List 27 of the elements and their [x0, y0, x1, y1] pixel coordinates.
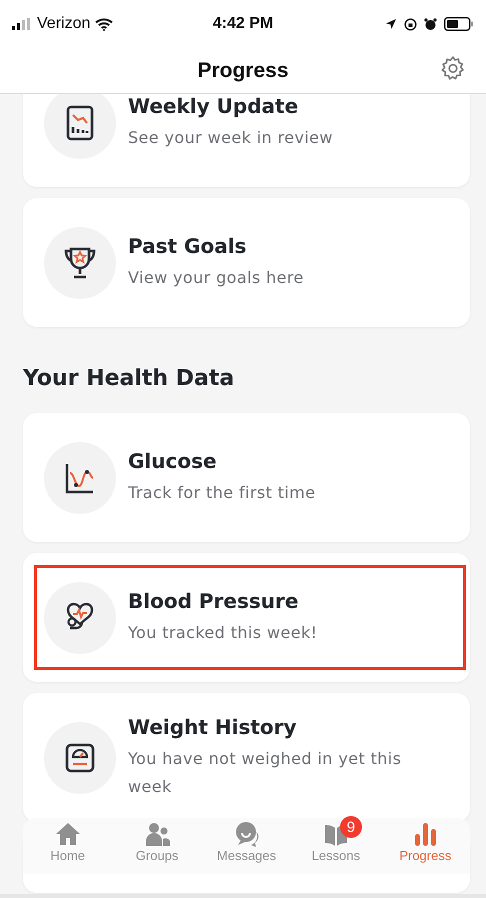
card-title: Weight History — [128, 714, 298, 738]
card-subtitle: View your goals here — [128, 266, 305, 288]
card-title: Past Goals — [128, 234, 248, 258]
health-card[interactable]: Glucose Track for the first time — [23, 413, 470, 542]
clock-time: 4:42 PM — [212, 15, 274, 33]
health-card[interactable]: Weight History You have not weighed in yet this week — [23, 693, 470, 822]
home-icon — [54, 820, 82, 848]
people-icon — [143, 820, 172, 848]
screen-title: Progress — [197, 58, 289, 82]
card-subtitle: You tracked this week! — [128, 622, 318, 644]
alarm-icon — [424, 18, 437, 30]
health-card[interactable]: Weekly Update See your week in review — [23, 94, 470, 187]
card-title: Weekly Update — [128, 94, 300, 118]
card-title: Glucose — [128, 448, 218, 472]
health-card[interactable]: Past Goals View your goals here — [23, 198, 470, 327]
rotation-lock-icon — [404, 18, 417, 30]
card-subtitle: Track for the first time — [128, 482, 316, 504]
carrier-name: Verizon — [37, 15, 90, 33]
battery-icon — [444, 17, 474, 31]
location-icon — [385, 18, 397, 30]
card-subtitle: See your week in review — [128, 126, 334, 148]
wifi-icon — [95, 18, 114, 30]
health-card[interactable]: Blood Pressure You tracked this week! — [23, 553, 470, 682]
card-title: Blood Pressure — [128, 588, 300, 612]
signal-icon — [12, 18, 32, 30]
section-heading: Your Health Data — [23, 365, 236, 393]
card-subtitle: You have not weighed in yet this week — [128, 748, 402, 798]
